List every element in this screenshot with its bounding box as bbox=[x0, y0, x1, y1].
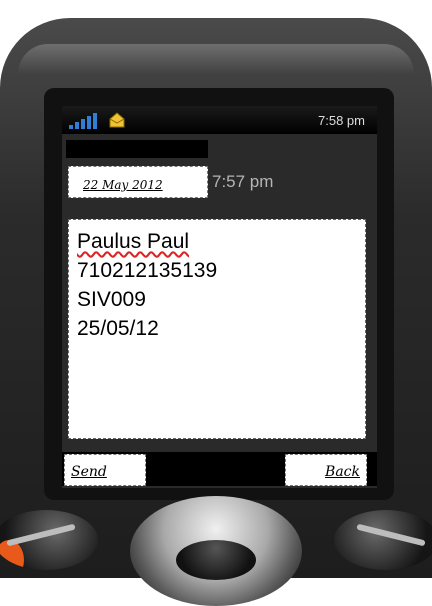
title-bar bbox=[66, 140, 208, 158]
date-field: 22 May 2012 bbox=[68, 166, 208, 198]
softkey-bar: Send Back bbox=[62, 452, 377, 486]
signal-bars-icon bbox=[69, 113, 97, 129]
message-body[interactable]: Paulus Paul 710212135139 SIV009 25/05/12 bbox=[68, 219, 366, 439]
message-line-name: Paulus Paul bbox=[77, 230, 189, 254]
message-line-date: 25/05/12 bbox=[77, 317, 159, 340]
left-call-key[interactable] bbox=[0, 510, 98, 570]
call-key-accent bbox=[0, 540, 24, 570]
phone-screen: 7:58 pm 22 May 2012 7:57 pm Paulus Paul … bbox=[62, 106, 377, 488]
phone-highlight bbox=[18, 44, 414, 74]
status-time: 7:58 pm bbox=[318, 113, 365, 128]
keypad-area bbox=[0, 482, 432, 606]
navigation-center-key[interactable] bbox=[176, 540, 256, 580]
message-line-code: SIV009 bbox=[77, 288, 146, 311]
right-end-key[interactable] bbox=[334, 510, 432, 570]
status-bar: 7:58 pm bbox=[62, 106, 377, 134]
message-date: 22 May 2012 bbox=[83, 178, 163, 192]
message-line-id: 710212135139 bbox=[77, 259, 218, 282]
message-time: 7:57 pm bbox=[212, 172, 274, 191]
message-line-text: Paulus Paul bbox=[77, 230, 190, 253]
envelope-icon bbox=[109, 112, 125, 128]
